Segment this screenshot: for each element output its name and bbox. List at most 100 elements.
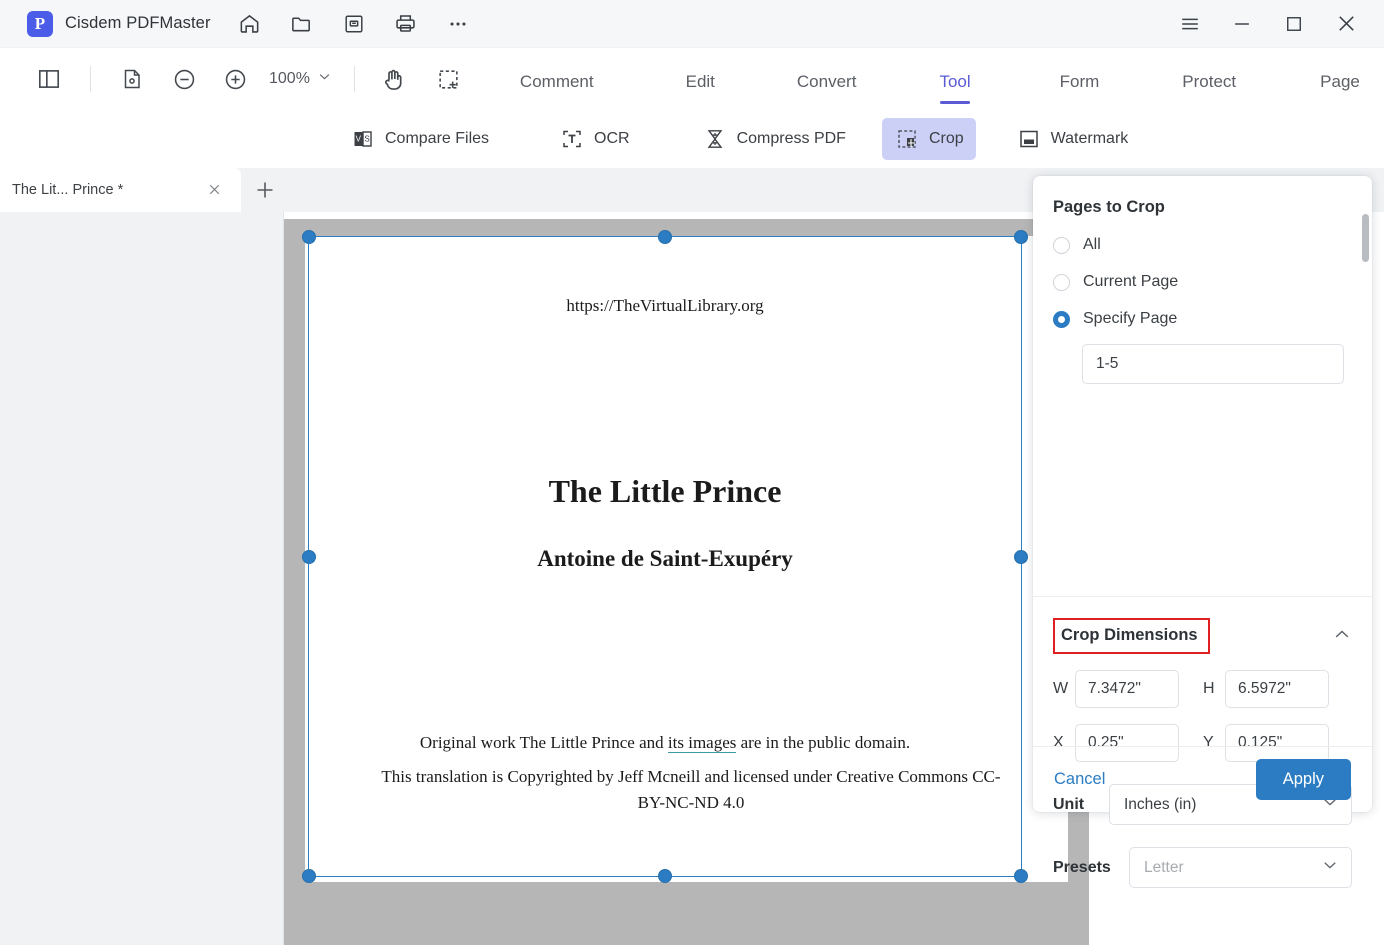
chevron-up-icon[interactable] — [1332, 624, 1352, 649]
toolbar-divider-2 — [354, 66, 355, 92]
home-icon[interactable] — [237, 11, 263, 37]
footer-text-before: Original work The Little Prince and — [420, 733, 668, 752]
crop-handle-top-right[interactable] — [1014, 230, 1028, 244]
zoom-level-value: 100% — [269, 70, 310, 88]
maximize-icon[interactable] — [1282, 12, 1306, 36]
zoom-in-icon[interactable] — [220, 64, 250, 94]
tab-form-label: Form — [1060, 72, 1100, 91]
its-images-link[interactable]: its images — [668, 733, 736, 753]
crop-icon — [894, 126, 920, 152]
folder-open-icon[interactable] — [289, 11, 315, 37]
width-height-row: W 7.3472" H 6.5972" — [1053, 670, 1352, 708]
crop-dimensions-title: Crop Dimensions — [1061, 626, 1198, 644]
ocr-label: OCR — [594, 130, 630, 148]
thumbnail-sidebar[interactable] — [0, 212, 284, 945]
width-input[interactable]: 7.3472" — [1075, 670, 1179, 708]
compare-files-icon: VS — [350, 126, 376, 152]
presets-row: Presets Letter — [1053, 847, 1352, 888]
svg-text:S: S — [364, 135, 369, 144]
document-tab[interactable]: The Lit... Prince * — [0, 168, 241, 212]
crop-button[interactable]: Crop — [882, 118, 976, 160]
radio-option-current-page[interactable]: Current Page — [1053, 273, 1352, 291]
radio-current-page-indicator — [1053, 274, 1070, 291]
watermark-icon — [1016, 126, 1042, 152]
tab-edit-label: Edit — [686, 72, 715, 91]
crop-dimensions-header[interactable]: Crop Dimensions — [1053, 618, 1352, 654]
presets-value: Letter — [1144, 859, 1184, 877]
height-input[interactable]: 6.5972" — [1225, 670, 1329, 708]
print-icon[interactable] — [393, 11, 419, 37]
apply-button[interactable]: Apply — [1256, 759, 1351, 800]
panel-scrollbar[interactable] — [1362, 184, 1369, 804]
zoom-level-dropdown[interactable]: 100% — [269, 69, 332, 89]
hand-tool-icon[interactable] — [379, 64, 409, 94]
radio-option-all[interactable]: All — [1053, 236, 1352, 254]
compare-files-button[interactable]: VS Compare Files — [338, 118, 501, 160]
ocr-icon — [559, 126, 585, 152]
ocr-button[interactable]: OCR — [547, 118, 642, 160]
tab-tool-label: Tool — [939, 72, 970, 91]
compress-pdf-button[interactable]: Compress PDF — [690, 118, 858, 160]
chevron-down-icon — [317, 69, 332, 89]
crop-handle-middle-right[interactable] — [1014, 550, 1028, 564]
crop-handle-middle-left[interactable] — [302, 550, 316, 564]
presets-dropdown[interactable]: Letter — [1129, 847, 1352, 888]
document-title: The Little Prince — [309, 473, 1021, 510]
compress-pdf-icon — [702, 126, 728, 152]
crop-settings-panel: Pages to Crop All Current Page Specify P… — [1033, 176, 1372, 812]
presets-label: Presets — [1053, 859, 1129, 877]
tab-page-label: Page — [1320, 72, 1360, 91]
tab-protect[interactable]: Protect — [1182, 52, 1236, 110]
tab-convert[interactable]: Convert — [797, 52, 857, 110]
radio-all-label: All — [1083, 236, 1101, 254]
radio-all-indicator — [1053, 237, 1070, 254]
crop-handle-bottom-left[interactable] — [302, 869, 316, 883]
pages-to-crop-section: Pages to Crop All Current Page Specify P… — [1033, 176, 1372, 384]
document-footer-line2: This translation is Copyrighted by Jeff … — [381, 764, 1001, 816]
minimize-icon[interactable] — [1230, 12, 1254, 36]
compare-files-label: Compare Files — [385, 130, 489, 148]
crop-selection-rectangle[interactable]: https://TheVirtualLibrary.org The Little… — [308, 236, 1022, 877]
page-settings-icon[interactable] — [117, 64, 147, 94]
radio-specify-page-label: Specify Page — [1083, 310, 1177, 328]
tab-protect-label: Protect — [1182, 72, 1236, 91]
titlebar-quick-actions — [237, 11, 471, 37]
title-bar: P Cisdem PDFMaster — [0, 0, 1384, 48]
chevron-down-icon — [1321, 856, 1339, 879]
tab-comment[interactable]: Comment — [520, 52, 594, 110]
close-icon[interactable] — [206, 181, 224, 199]
watermark-button[interactable]: Watermark — [1004, 118, 1141, 160]
app-title: Cisdem PDFMaster — [65, 14, 211, 33]
tab-form[interactable]: Form — [1060, 52, 1100, 110]
hamburger-menu-icon[interactable] — [1178, 12, 1202, 36]
width-label: W — [1053, 680, 1075, 698]
cancel-button[interactable]: Cancel — [1054, 770, 1105, 789]
area-select-icon[interactable] — [434, 64, 464, 94]
more-horizontal-icon[interactable] — [445, 11, 471, 37]
plus-icon[interactable] — [253, 178, 277, 202]
radio-current-page-label: Current Page — [1083, 273, 1178, 291]
crop-handle-top-left[interactable] — [302, 230, 316, 244]
specify-page-input[interactable]: 1-5 — [1082, 344, 1344, 384]
window-controls — [1178, 12, 1384, 36]
radio-option-specify-page[interactable]: Specify Page — [1053, 310, 1352, 328]
zoom-out-icon[interactable] — [169, 64, 199, 94]
tab-edit[interactable]: Edit — [686, 52, 715, 110]
ribbon-tabs: Comment Edit Convert Tool Form Protect P… — [488, 48, 1384, 110]
tab-tool[interactable]: Tool — [939, 52, 970, 110]
tab-page[interactable]: Page — [1320, 52, 1360, 110]
crop-dimensions-section: Crop Dimensions W 7.3472" H 6.5972" X 0.… — [1033, 596, 1372, 888]
height-label: H — [1203, 680, 1225, 698]
crop-handle-bottom-middle[interactable] — [658, 869, 672, 883]
page-outside-crop-area: https://TheVirtualLibrary.org The Little… — [284, 219, 1089, 945]
crop-handle-top-middle[interactable] — [658, 230, 672, 244]
save-icon[interactable] — [341, 11, 367, 37]
panel-scrollbar-thumb[interactable] — [1362, 214, 1369, 262]
sidebar-toggle-icon[interactable] — [34, 64, 64, 94]
document-footer-line1: Original work The Little Prince and its … — [309, 733, 1021, 753]
svg-text:V: V — [356, 135, 362, 144]
watermark-label: Watermark — [1051, 130, 1129, 148]
document-author: Antoine de Saint-Exupéry — [309, 546, 1021, 572]
crop-handle-bottom-right[interactable] — [1014, 869, 1028, 883]
close-icon[interactable] — [1334, 12, 1358, 36]
